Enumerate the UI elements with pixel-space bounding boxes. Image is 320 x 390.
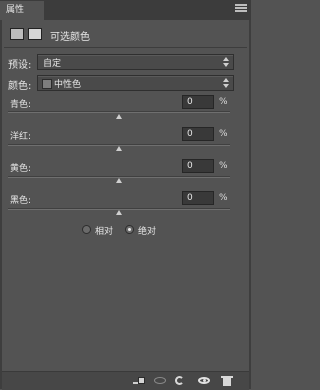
dropdown-arrows-icon [223,56,230,68]
panel-border-left [0,20,2,389]
cyan-unit: % [219,97,228,107]
black-input[interactable]: 0 [182,191,214,205]
cyan-label: 青色: [10,100,32,110]
absolute-radio[interactable] [125,225,134,234]
yellow-slider-thumb[interactable] [116,178,122,183]
magenta-unit: % [219,129,228,139]
cyan-slider-track[interactable] [8,111,230,113]
magenta-label: 洋红: [10,132,32,142]
black-slider-thumb[interactable] [116,210,122,215]
panel-titlebar: 属性 [0,0,251,20]
colors-label: 颜色: [8,81,32,92]
relative-label[interactable]: 相对 [95,224,113,237]
view-previous-state-icon[interactable] [154,375,166,386]
black-label: 黑色: [10,196,32,206]
method-radio-group: 相对 绝对 [80,224,180,238]
visibility-eye-icon[interactable] [198,375,210,386]
panel-title: 可选颜色 [50,32,90,43]
mask-icon[interactable] [28,28,42,40]
preset-label: 预设: [8,60,32,71]
preset-value: 自定 [43,59,62,69]
clip-to-layer-icon[interactable] [133,375,145,386]
color-swatch [42,79,52,89]
cyan-input[interactable]: 0 [182,95,214,109]
reset-icon[interactable] [174,375,186,386]
trash-icon[interactable] [221,375,233,386]
yellow-label: 黄色: [10,164,32,174]
dropdown-arrows-icon [223,77,230,89]
panel-header: 可选颜色 [8,26,243,44]
yellow-unit: % [219,161,228,171]
selective-color-icon[interactable] [10,28,24,40]
black-unit: % [219,193,228,203]
absolute-label[interactable]: 绝对 [138,224,156,237]
preset-dropdown[interactable]: 自定 [37,54,234,70]
magenta-input[interactable]: 0 [182,127,214,141]
panel-border-right [249,20,251,389]
yellow-input[interactable]: 0 [182,159,214,173]
magenta-slider-thumb[interactable] [116,146,122,151]
tab-properties[interactable]: 属性 [0,1,44,20]
panel-menu-icon[interactable] [235,3,247,15]
relative-radio[interactable] [82,225,91,234]
cyan-slider-thumb[interactable] [116,114,122,119]
divider [4,47,247,48]
colors-dropdown[interactable]: 中性色 [37,75,234,91]
panel-bottom-toolbar [2,371,249,390]
colors-value: 中性色 [54,80,82,90]
